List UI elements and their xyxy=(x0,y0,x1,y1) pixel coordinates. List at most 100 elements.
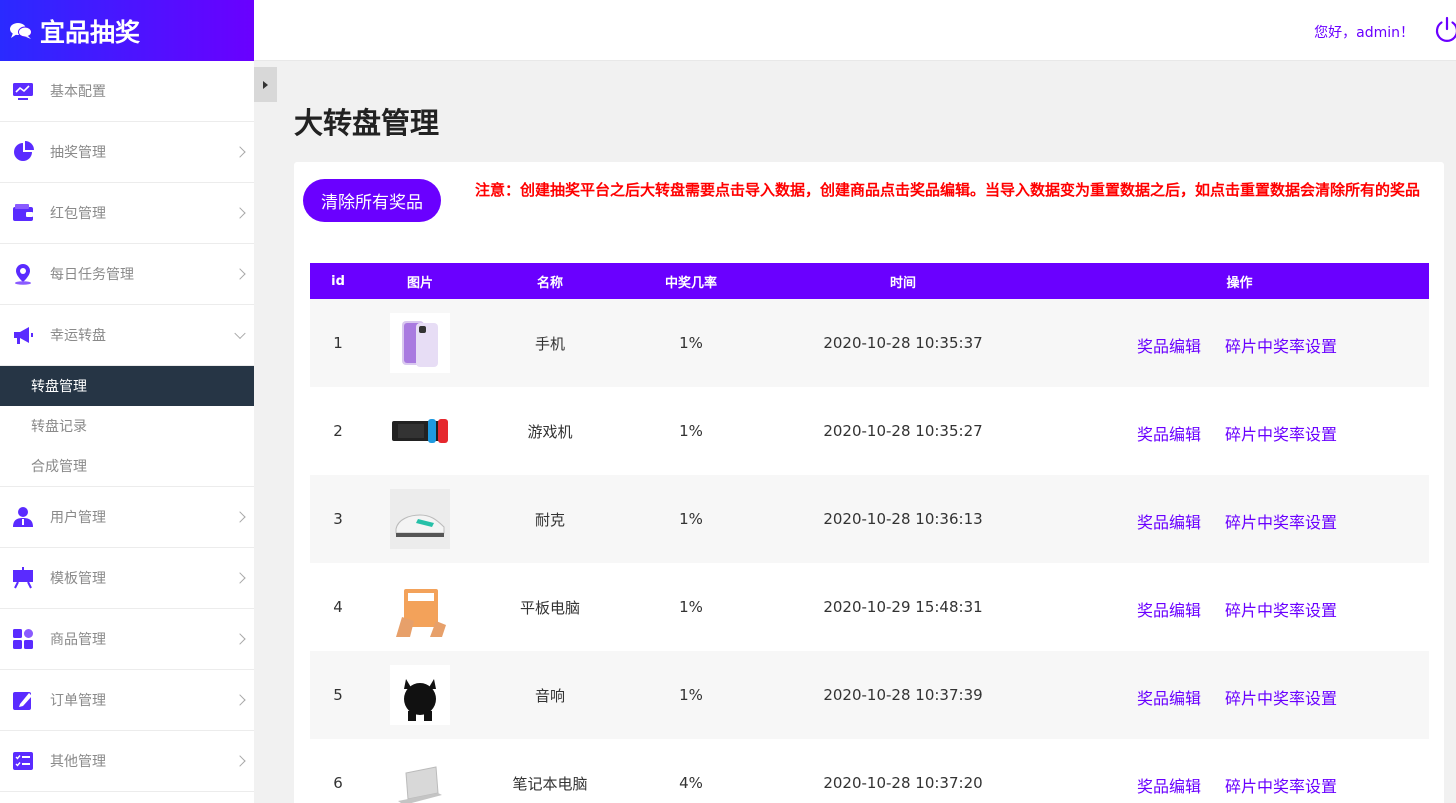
power-icon[interactable] xyxy=(1432,15,1456,45)
sidebar-item-users[interactable]: 用户管理 xyxy=(0,487,254,548)
lucky-wheel-submenu: 转盘管理 转盘记录 合成管理 xyxy=(0,366,254,487)
table-row: 2 游戏机 1% 2020-10-28 10:35:27 奖品编辑 碎片中奖率设… xyxy=(310,387,1429,475)
sidebar-item-label: 红包管理 xyxy=(50,206,106,222)
cell-name: 笔记本电脑 xyxy=(512,774,588,793)
prize-edit-link[interactable]: 奖品编辑 xyxy=(1137,773,1201,797)
column-header-rate: 中奖几率 xyxy=(664,275,717,291)
clear-all-prizes-button[interactable]: 清除所有奖品 xyxy=(303,179,441,222)
fragment-rate-setting-link[interactable]: 碎片中奖率设置 xyxy=(1225,333,1337,357)
location-pin-icon xyxy=(15,264,31,285)
cell-rate: 1% xyxy=(679,422,703,440)
column-header-actions: 操作 xyxy=(1226,275,1253,291)
notice-text: 注意：创建抽奖平台之后大转盘需要点击导入数据，创建商品点击奖品编辑。当导入数据变… xyxy=(475,181,1421,199)
user-icon xyxy=(13,507,33,527)
cell-id: 1 xyxy=(333,334,343,352)
cell-time: 2020-10-28 10:35:27 xyxy=(823,422,983,440)
sidebar-item-templates[interactable]: 模板管理 xyxy=(0,548,254,609)
monitor-chart-icon xyxy=(13,83,33,100)
fragment-rate-setting-link[interactable]: 碎片中奖率设置 xyxy=(1225,509,1337,533)
triangle-right-icon xyxy=(263,80,268,89)
sidebar-item-basic-config[interactable]: 基本配置 xyxy=(0,61,254,122)
submenu-item-synthesis-management[interactable]: 合成管理 xyxy=(0,446,254,486)
sidebar-item-label: 商品管理 xyxy=(50,632,106,648)
sidebar-item-label: 用户管理 xyxy=(50,510,106,526)
content-panel: 清除所有奖品 注意：创建抽奖平台之后大转盘需要点击导入数据，创建商品点击奖品编辑… xyxy=(294,162,1444,803)
sidebar-item-label: 模板管理 xyxy=(50,571,106,587)
sidebar-item-daily-task[interactable]: 每日任务管理 xyxy=(0,244,254,305)
sidebar-item-orders[interactable]: 订单管理 xyxy=(0,670,254,731)
cell-time: 2020-10-29 15:48:31 xyxy=(823,598,983,616)
cell-name: 音响 xyxy=(534,686,565,705)
tablet-thumbnail xyxy=(390,577,450,637)
sidebar-item-lottery[interactable]: 抽奖管理 xyxy=(0,122,254,183)
chat-bubbles-icon xyxy=(10,22,32,39)
cell-name: 游戏机 xyxy=(527,422,573,441)
sidebar-item-label: 抽奖管理 xyxy=(50,145,106,161)
wallet-icon xyxy=(13,204,33,221)
prize-edit-link[interactable]: 奖品编辑 xyxy=(1137,597,1201,621)
cell-time: 2020-10-28 10:37:20 xyxy=(823,774,983,792)
sidebar-item-label: 基本配置 xyxy=(50,84,106,100)
chevron-down-icon xyxy=(234,327,246,340)
cell-id: 4 xyxy=(333,598,343,616)
cell-id: 2 xyxy=(333,422,343,440)
sidebar-item-lucky-wheel[interactable]: 幸运转盘 xyxy=(0,305,254,366)
phone-thumbnail xyxy=(390,313,450,373)
prize-edit-link[interactable]: 奖品编辑 xyxy=(1137,509,1201,533)
table-row: 4 平板电脑 1% 2020-10-29 15:48:31 奖品编辑 碎片中奖率… xyxy=(310,563,1429,651)
checklist-icon xyxy=(13,752,33,770)
submenu-item-wheel-records[interactable]: 转盘记录 xyxy=(0,406,254,446)
cell-time: 2020-10-28 10:35:37 xyxy=(823,334,983,352)
fragment-rate-setting-link[interactable]: 碎片中奖率设置 xyxy=(1225,421,1337,445)
chevron-right-icon xyxy=(234,207,246,219)
sidebar-item-redpacket[interactable]: 红包管理 xyxy=(0,183,254,244)
column-header-time: 时间 xyxy=(889,275,916,291)
megaphone-icon xyxy=(14,327,33,344)
chevron-right-icon xyxy=(234,146,246,158)
laptop-thumbnail xyxy=(390,753,450,803)
chevron-right-icon xyxy=(234,572,246,584)
prize-edit-link[interactable]: 奖品编辑 xyxy=(1137,421,1201,445)
sidebar-item-label: 幸运转盘 xyxy=(50,328,106,344)
cell-rate: 1% xyxy=(679,598,703,616)
brand-logo[interactable]: 宜品抽奖 xyxy=(0,0,254,61)
chevron-right-icon xyxy=(234,511,246,523)
edit-doc-icon xyxy=(13,692,32,710)
page-title: 大转盘管理 xyxy=(294,106,440,140)
sidebar-item-label: 其他管理 xyxy=(50,754,106,770)
prize-table: id 图片 名称 中奖几率 时间 操作 1 手机 1% 2020-10-28 1… xyxy=(310,263,1429,803)
chevron-right-icon xyxy=(234,633,246,645)
cell-time: 2020-10-28 10:37:39 xyxy=(823,686,983,704)
prize-edit-link[interactable]: 奖品编辑 xyxy=(1137,685,1201,709)
chevron-right-icon xyxy=(234,268,246,280)
table-row: 5 音响 1% 2020-10-28 10:37:39 奖品编辑 碎片中奖率设置 xyxy=(310,651,1429,739)
easel-icon xyxy=(13,567,33,589)
cell-name: 耐克 xyxy=(534,510,565,529)
sneaker-thumbnail xyxy=(390,489,450,549)
sidebar-collapse-button[interactable] xyxy=(254,67,277,102)
cell-name: 手机 xyxy=(534,334,565,353)
table-header: id 图片 名称 中奖几率 时间 操作 xyxy=(310,263,1429,299)
fragment-rate-setting-link[interactable]: 碎片中奖率设置 xyxy=(1225,685,1337,709)
cell-time: 2020-10-28 10:36:13 xyxy=(823,510,983,528)
chevron-right-icon xyxy=(234,755,246,767)
sidebar-item-products[interactable]: 商品管理 xyxy=(0,609,254,670)
sidebar-item-label: 每日任务管理 xyxy=(50,267,134,283)
cell-id: 3 xyxy=(333,510,343,528)
submenu-item-wheel-management[interactable]: 转盘管理 xyxy=(0,366,254,406)
chevron-right-icon xyxy=(234,694,246,706)
game-console-thumbnail xyxy=(390,401,450,461)
column-header-image: 图片 xyxy=(406,275,433,291)
fragment-rate-setting-link[interactable]: 碎片中奖率设置 xyxy=(1225,597,1337,621)
table-row: 6 笔记本电脑 4% 2020-10-28 10:37:20 奖品编辑 碎片中奖… xyxy=(310,739,1429,803)
cell-rate: 4% xyxy=(679,774,703,792)
sidebar-item-others[interactable]: 其他管理 xyxy=(0,731,254,792)
cell-name: 平板电脑 xyxy=(519,598,580,617)
cell-rate: 1% xyxy=(679,686,703,704)
fragment-rate-setting-link[interactable]: 碎片中奖率设置 xyxy=(1225,773,1337,797)
top-bar: 您好，admin！ xyxy=(254,0,1456,61)
user-greeting[interactable]: 您好，admin！ xyxy=(1314,22,1414,42)
sidebar: 基本配置 抽奖管理 红包管理 每日任务管理 幸运转盘 转盘管理 转盘记录 合成管… xyxy=(0,61,254,803)
prize-edit-link[interactable]: 奖品编辑 xyxy=(1137,333,1201,357)
cell-id: 6 xyxy=(333,774,343,792)
